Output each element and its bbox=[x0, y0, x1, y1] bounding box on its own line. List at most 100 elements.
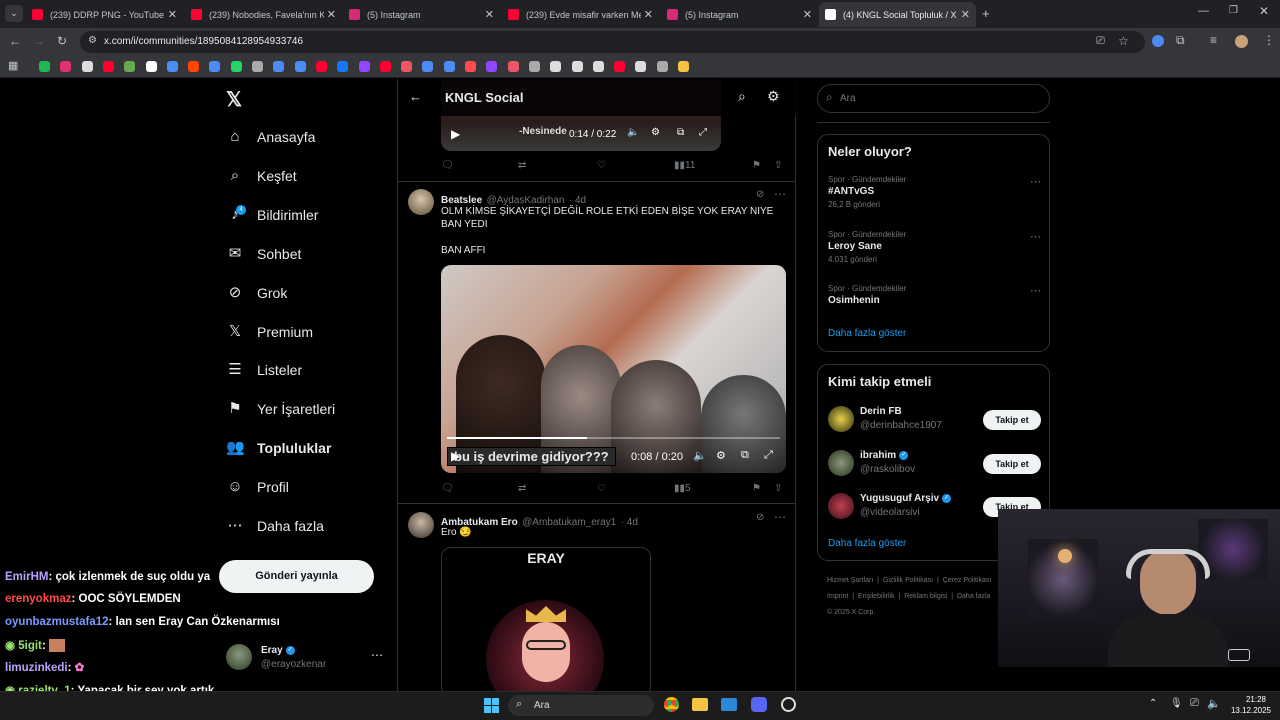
share-icon[interactable]: ⇧ bbox=[774, 160, 782, 171]
share-icon[interactable]: ⇧ bbox=[774, 483, 782, 494]
volume-icon[interactable]: 🔈 bbox=[1207, 697, 1221, 710]
footer-link[interactable]: Daha fazla bbox=[957, 593, 990, 600]
search-input[interactable]: ⌕ Ara bbox=[817, 84, 1050, 113]
windows-start-icon[interactable] bbox=[484, 698, 499, 713]
avatar[interactable] bbox=[408, 512, 434, 538]
back-arrow-icon[interactable]: ← bbox=[409, 89, 422, 104]
extensions-puzzle-icon[interactable]: ⧉ bbox=[1176, 33, 1185, 48]
settings-icon[interactable]: ⚙ bbox=[651, 127, 660, 138]
bookmark-favicon-icon[interactable] bbox=[401, 61, 413, 72]
search-icon[interactable]: ⌕ bbox=[738, 88, 746, 105]
follow-more-link[interactable]: Daha fazla göster bbox=[828, 538, 906, 549]
bookmark-favicon-icon[interactable] bbox=[678, 61, 689, 72]
reload-icon[interactable]: ↻ bbox=[57, 34, 67, 48]
follow-suggestion[interactable]: ibrahim ✓ @raskolibov Takip et bbox=[828, 448, 1041, 480]
bookmark-favicon-icon[interactable] bbox=[209, 61, 221, 72]
views-icon[interactable]: ▮▮ 5 bbox=[674, 483, 691, 494]
app-icon[interactable] bbox=[781, 697, 796, 712]
address-bar[interactable]: ⚙ x.com/i/communities/189508412895493374… bbox=[80, 31, 1145, 53]
sidebar-item-anasayfa[interactable]: ⌂ Anasayfa bbox=[226, 128, 315, 146]
footer-link[interactable]: Reklam bilgisi bbox=[904, 593, 947, 600]
bookmark-favicon-icon[interactable] bbox=[230, 61, 242, 72]
bookmark-favicon-icon[interactable] bbox=[315, 61, 327, 72]
more-icon[interactable]: ⋯ bbox=[774, 187, 786, 201]
bookmark-star-icon[interactable]: ☆ bbox=[1118, 34, 1129, 48]
bookmark-favicon-icon[interactable] bbox=[166, 61, 178, 72]
more-icon[interactable]: ⋯ bbox=[1030, 175, 1041, 188]
sidebar-item-daha-fazla[interactable]: ⋯ Daha fazla bbox=[226, 517, 324, 535]
close-tab-icon[interactable]: ✕ bbox=[485, 8, 494, 21]
settings-icon[interactable]: ⚙ bbox=[716, 449, 726, 462]
follow-button[interactable]: Takip et bbox=[983, 410, 1041, 430]
volume-icon[interactable]: 🔈 bbox=[693, 449, 707, 462]
footer-link[interactable]: Gizlilik Politikası bbox=[883, 577, 933, 584]
bookmark-favicon-icon[interactable] bbox=[294, 61, 306, 72]
grok-icon[interactable]: ⊘ bbox=[756, 512, 764, 523]
sidebar-item-sohbet[interactable]: ✉ Sohbet bbox=[226, 245, 302, 263]
media-controls-icon[interactable]: ≡ bbox=[1210, 33, 1217, 47]
bookmark-favicon-icon[interactable] bbox=[39, 61, 50, 72]
forward-icon[interactable]: → bbox=[33, 34, 45, 48]
bookmark-favicon-icon[interactable] bbox=[145, 61, 157, 72]
follow-suggestion[interactable]: Derin FB @derinbahce1907 Takip et bbox=[828, 404, 1041, 436]
bookmark-favicon-icon[interactable] bbox=[60, 61, 72, 72]
sidebar-item-listeler[interactable]: ☰ Listeler bbox=[226, 361, 302, 379]
close-tab-icon[interactable]: ✕ bbox=[327, 8, 336, 21]
browser-tab[interactable]: (4) KNGL Social Topluluk / X ✕ bbox=[819, 2, 976, 27]
sidebar-item-profil[interactable]: ☺ Profil bbox=[226, 478, 289, 496]
play-icon[interactable]: ▶ bbox=[451, 449, 460, 463]
avatar[interactable] bbox=[408, 189, 434, 215]
explorer-icon[interactable] bbox=[692, 698, 708, 711]
trends-more-link[interactable]: Daha fazla göster bbox=[828, 328, 906, 339]
bookmark-favicon-icon[interactable] bbox=[592, 61, 604, 72]
reply-icon[interactable]: 🗨 bbox=[441, 483, 454, 494]
footer-link[interactable]: Erişilebilirlik bbox=[858, 593, 895, 600]
bookmark-favicon-icon[interactable] bbox=[656, 61, 668, 72]
sidebar-item-topluluklar[interactable]: 👥 Topluluklar bbox=[226, 439, 331, 457]
more-icon[interactable]: ⋯ bbox=[1030, 230, 1041, 243]
bookmark-favicon-icon[interactable] bbox=[614, 61, 626, 72]
bookmark-icon[interactable]: ⚑ bbox=[752, 160, 761, 171]
browser-tab[interactable]: (239) DDRP PNG - YouTube ✕ bbox=[26, 2, 183, 27]
url-text[interactable]: x.com/i/communities/1895084128954933746 bbox=[104, 36, 303, 47]
bookmark-favicon-icon[interactable] bbox=[635, 61, 647, 72]
like-icon[interactable]: ♡ bbox=[597, 483, 606, 494]
tab-search-button[interactable]: ⌄ bbox=[5, 5, 23, 22]
browser-tab[interactable]: (5) Instagram ✕ bbox=[661, 2, 818, 27]
close-tab-icon[interactable]: ✕ bbox=[168, 8, 177, 21]
bookmark-favicon-icon[interactable] bbox=[337, 61, 349, 72]
more-icon[interactable]: ⋯ bbox=[371, 648, 383, 662]
browser-tab[interactable]: (239) Nobodies, Favela'nın Kuy ✕ bbox=[185, 2, 342, 27]
bookmark-favicon-icon[interactable] bbox=[550, 61, 562, 72]
photos-icon[interactable] bbox=[721, 698, 737, 711]
sidebar-item-premium[interactable]: 𝕏 Premium bbox=[226, 323, 313, 341]
chrome-icon[interactable] bbox=[664, 697, 679, 712]
discord-icon[interactable] bbox=[751, 697, 767, 712]
close-tab-icon[interactable]: ✕ bbox=[803, 8, 812, 21]
bookmark-favicon-icon[interactable] bbox=[102, 61, 114, 72]
site-info-icon[interactable]: ⚙ bbox=[88, 35, 97, 46]
sidebar-item-keşfet[interactable]: ⌕ Keşfet bbox=[226, 167, 297, 185]
sidebar-item-yer-i-şaretleri[interactable]: ⚑ Yer İşaretleri bbox=[226, 400, 335, 418]
browser-tab[interactable]: (239) Evde misafir varken Mel ✕ bbox=[502, 2, 659, 27]
browser-tab[interactable]: (5) Instagram ✕ bbox=[343, 2, 500, 27]
maximize-icon[interactable]: ❐ bbox=[1229, 5, 1238, 16]
bookmark-favicon-icon[interactable] bbox=[571, 61, 583, 72]
pip-icon[interactable]: ⧉ bbox=[677, 127, 684, 138]
bookmark-favicon-icon[interactable] bbox=[188, 61, 200, 72]
video-progress[interactable] bbox=[447, 437, 780, 439]
tweet-image[interactable]: ERAY bbox=[441, 547, 651, 691]
bookmark-favicon-icon[interactable] bbox=[443, 61, 455, 72]
bookmark-favicon-icon[interactable] bbox=[273, 61, 285, 72]
sidebar-item-grok[interactable]: ⊘ Grok bbox=[226, 284, 288, 302]
bookmark-favicon-icon[interactable] bbox=[507, 61, 519, 72]
volume-icon[interactable]: 🔈 bbox=[627, 127, 639, 138]
trend-item[interactable]: Spor · Gündemdekiler Leroy Sane 4.031 gönd… bbox=[828, 230, 1041, 264]
bookmark-favicon-icon[interactable] bbox=[81, 61, 93, 72]
play-icon[interactable]: ▶ bbox=[451, 127, 460, 141]
post-button[interactable]: Gönderi yayınla bbox=[219, 560, 374, 593]
fullscreen-icon[interactable]: ⤢ bbox=[699, 127, 707, 138]
account-switcher[interactable]: Eray ✓ @erayozkenar ⋯ bbox=[226, 644, 386, 674]
like-icon[interactable]: ♡ bbox=[597, 160, 606, 171]
trend-item[interactable]: Spor · Gündemdekiler Osimhenin ⋯ bbox=[828, 284, 1041, 309]
